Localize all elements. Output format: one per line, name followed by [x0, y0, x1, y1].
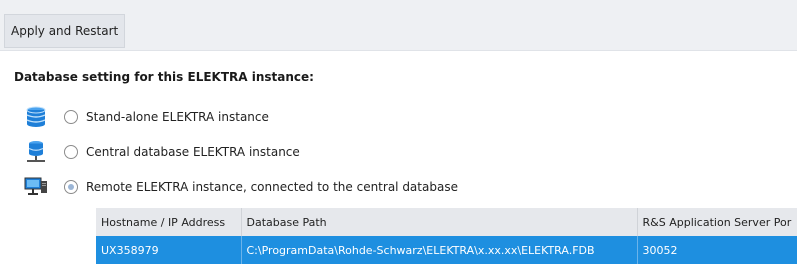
- section-title: Database setting for this ELEKTRA instan…: [14, 70, 314, 84]
- remote-label: Remote ELEKTRA instance, connected to th…: [86, 180, 458, 194]
- apply-and-restart-button[interactable]: Apply and Restart: [4, 14, 126, 48]
- option-central[interactable]: Central database ELEKTRA instance: [22, 139, 300, 165]
- cell-database-path[interactable]: C:\ProgramData\Rohde-Schwarz\ELEKTRA\x.x…: [241, 236, 638, 264]
- database-icon: [22, 104, 50, 130]
- cell-hostname[interactable]: UX358979: [96, 236, 242, 264]
- option-standalone[interactable]: Stand-alone ELEKTRA instance: [22, 104, 269, 130]
- remote-radio[interactable]: [64, 180, 78, 194]
- option-remote[interactable]: Remote ELEKTRA instance, connected to th…: [22, 174, 458, 200]
- central-label: Central database ELEKTRA instance: [86, 145, 300, 159]
- server-table: Hostname / IP Address Database Path R&S …: [96, 208, 797, 264]
- column-header-app-server-port[interactable]: R&S Application Server Por: [637, 208, 797, 236]
- central-radio[interactable]: [64, 145, 78, 159]
- remote-computer-icon: [22, 174, 50, 200]
- server-network-icon: [22, 139, 50, 165]
- toolbar: Apply and Restart: [0, 0, 797, 51]
- cell-port[interactable]: 30052: [637, 236, 797, 264]
- standalone-radio[interactable]: [64, 110, 78, 124]
- table-row[interactable]: UX358979 C:\ProgramData\Rohde-Schwarz\EL…: [96, 236, 797, 264]
- table-header-row: Hostname / IP Address Database Path R&S …: [96, 208, 797, 236]
- standalone-label: Stand-alone ELEKTRA instance: [86, 110, 269, 124]
- column-header-database-path[interactable]: Database Path: [241, 208, 638, 236]
- column-header-hostname[interactable]: Hostname / IP Address: [96, 208, 242, 236]
